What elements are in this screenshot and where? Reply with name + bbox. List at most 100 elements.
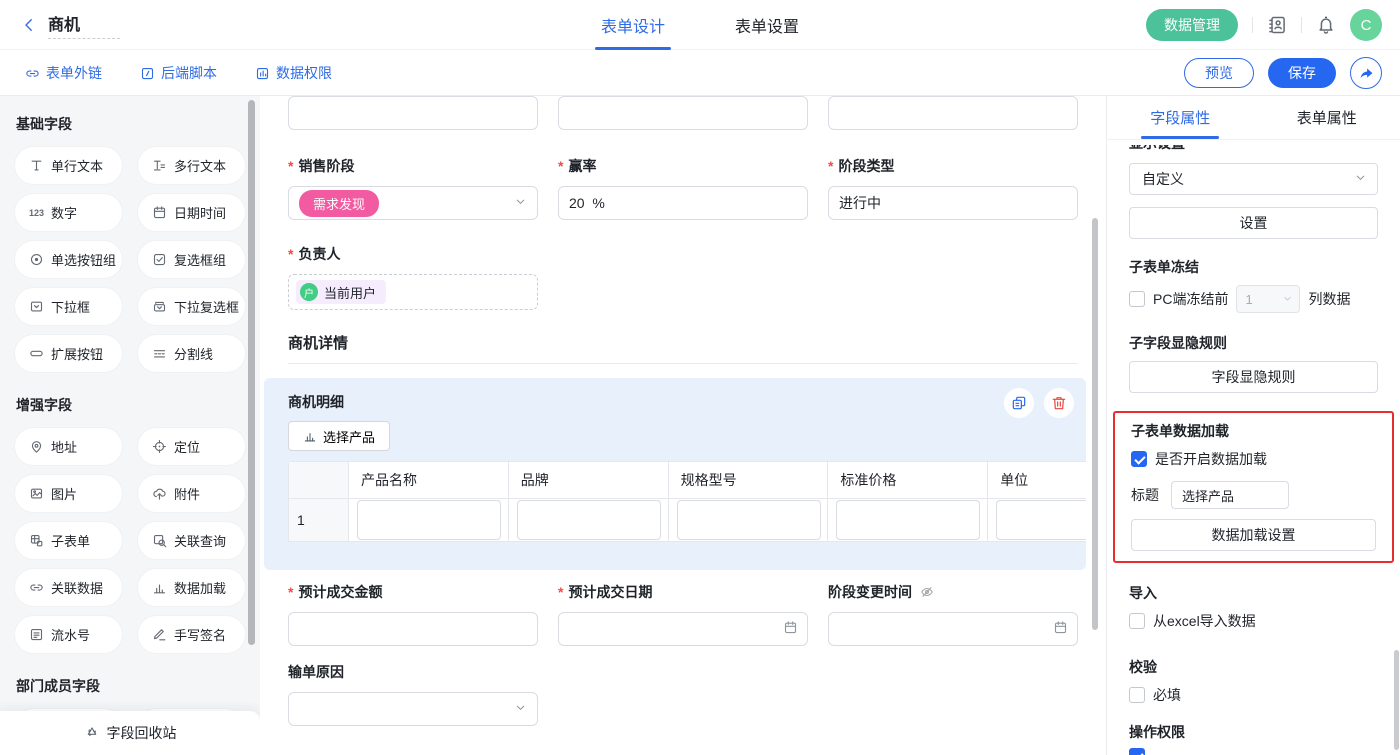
- standard-price-cell-input[interactable]: [836, 500, 980, 540]
- field-type-checkbox-group[interactable]: 复选框组: [137, 240, 246, 279]
- field-library-sidebar: 基础字段 单行文本 多行文本 123数字 日期时间 单选按钮组 复选框组 下拉框…: [0, 96, 260, 755]
- divider: [1252, 17, 1253, 33]
- form-external-link[interactable]: 表单外链: [25, 63, 102, 83]
- sales-stage-select[interactable]: 需求发现: [288, 186, 538, 220]
- back-button[interactable]: [20, 16, 38, 34]
- expected-amount-input[interactable]: [299, 621, 527, 637]
- field-type-dropdown[interactable]: 下拉框: [14, 287, 123, 326]
- field-owner[interactable]: *负责人 户 当前用户: [288, 244, 538, 310]
- field-label: 阶段类型: [838, 156, 894, 176]
- canvas-scrollbar[interactable]: [1092, 218, 1098, 630]
- field-type-single-line-text[interactable]: 单行文本: [14, 146, 123, 185]
- tab-form-settings[interactable]: 表单设置: [735, 0, 799, 50]
- select-product-button[interactable]: 选择产品: [288, 421, 390, 451]
- excel-import-checkbox[interactable]: [1129, 613, 1145, 629]
- field-type-radio-group[interactable]: 单选按钮组: [14, 240, 123, 279]
- field-label: 预计成交金额: [298, 582, 382, 602]
- field-type-image[interactable]: 图片: [14, 474, 123, 513]
- field-expected-close-date[interactable]: *预计成交日期: [558, 582, 808, 646]
- avatar[interactable]: C: [1350, 9, 1382, 41]
- backend-script-link[interactable]: 后端脚本: [140, 63, 217, 83]
- unit-cell-input[interactable]: [996, 500, 1086, 540]
- field-stage-change-time[interactable]: 阶段变更时间: [828, 582, 1078, 646]
- tab-form-properties[interactable]: 表单属性: [1254, 96, 1400, 139]
- settings-button[interactable]: 设置: [1129, 207, 1378, 239]
- save-button[interactable]: 保存: [1268, 58, 1336, 88]
- owner-picker[interactable]: 户 当前用户: [288, 274, 538, 310]
- link-label: 表单外链: [46, 63, 102, 83]
- field-type-relation-query[interactable]: 关联查询: [137, 521, 246, 560]
- select-value: 自定义: [1142, 169, 1184, 189]
- data-manage-button[interactable]: 数据管理: [1146, 9, 1238, 41]
- field-type-extend-button[interactable]: 扩展按钮: [14, 334, 123, 373]
- clipped-input[interactable]: [828, 96, 1078, 130]
- clipped-input[interactable]: [558, 96, 808, 130]
- field-label: 阶段变更时间: [828, 582, 912, 602]
- data-load-title-label: 标题: [1131, 485, 1159, 505]
- properties-panel: 字段属性 表单属性 显示设置 自定义 设置 子表单冻结 PC端冻结前 1 列数据…: [1106, 96, 1400, 755]
- field-type-attachment[interactable]: 附件: [137, 474, 246, 513]
- lose-reason-select[interactable]: [288, 692, 538, 726]
- chevron-down-icon: [1282, 292, 1293, 307]
- field-type-number[interactable]: 123数字: [14, 193, 123, 232]
- field-visibility-rules-button[interactable]: 字段显隐规则: [1129, 361, 1378, 393]
- delete-field-button[interactable]: [1044, 388, 1074, 418]
- freeze-count-select[interactable]: 1: [1236, 285, 1300, 313]
- expected-close-date-input[interactable]: [569, 621, 797, 637]
- tab-field-properties[interactable]: 字段属性: [1107, 96, 1254, 139]
- data-load-title-input[interactable]: [1171, 481, 1289, 509]
- permission-checkbox-partial[interactable]: [1129, 748, 1145, 755]
- field-type-multi-line-text[interactable]: 多行文本: [137, 146, 246, 185]
- win-rate-input[interactable]: [569, 195, 797, 211]
- data-load-settings-button[interactable]: 数据加载设置: [1131, 519, 1376, 551]
- field-stage-type[interactable]: * 阶段类型: [828, 156, 1078, 220]
- clipped-input[interactable]: [288, 96, 538, 130]
- preview-button[interactable]: 预览: [1184, 58, 1254, 88]
- copy-field-button[interactable]: [1004, 388, 1034, 418]
- clipped-field-row: [288, 96, 1078, 130]
- multi-dropdown-icon: [152, 299, 167, 314]
- enable-data-load-checkbox[interactable]: [1131, 451, 1147, 467]
- field-type-relation-data[interactable]: 关联数据: [14, 568, 123, 607]
- subform-opportunity-items[interactable]: 商机明细 选择产品 产品名称 品牌 规格型号 标准价格 单位: [264, 378, 1086, 570]
- freeze-checkbox[interactable]: [1129, 291, 1145, 307]
- contacts-book-icon[interactable]: [1267, 15, 1287, 35]
- panel-scrollbar[interactable]: [1394, 650, 1399, 750]
- field-type-multi-dropdown[interactable]: 下拉复选框: [137, 287, 246, 326]
- stage-type-input[interactable]: [839, 195, 1067, 211]
- field-recycle-bin[interactable]: 字段回收站: [0, 711, 260, 755]
- field-win-rate[interactable]: *赢率: [558, 156, 808, 220]
- custom-mode-select[interactable]: 自定义: [1129, 163, 1378, 195]
- stage-change-time-input[interactable]: [839, 621, 1067, 637]
- field-lose-reason[interactable]: 输单原因: [288, 662, 538, 726]
- required-checkbox[interactable]: [1129, 687, 1145, 703]
- required-mark: *: [828, 158, 833, 174]
- notification-bell-icon[interactable]: [1316, 15, 1336, 35]
- brand-cell-input[interactable]: [517, 500, 661, 540]
- section-divider-opportunity-detail[interactable]: 商机详情: [288, 332, 1078, 364]
- product-name-cell-input[interactable]: [357, 500, 501, 540]
- field-type-signature[interactable]: 手写签名: [137, 615, 246, 654]
- tab-form-design[interactable]: 表单设计: [601, 0, 665, 50]
- stage-tag: 需求发现: [299, 190, 379, 217]
- share-button[interactable]: [1350, 57, 1382, 89]
- field-type-data-load[interactable]: 数据加载: [137, 568, 246, 607]
- field-type-serial-number[interactable]: 流水号: [14, 615, 123, 654]
- field-sales-stage[interactable]: *销售阶段 需求发现: [288, 156, 538, 220]
- form-title[interactable]: 商机: [48, 11, 120, 39]
- field-type-divider-line[interactable]: 分割线: [137, 334, 246, 373]
- number-icon: 123: [29, 208, 44, 218]
- data-permission-icon: [255, 66, 270, 81]
- field-type-datetime[interactable]: 日期时间: [137, 193, 246, 232]
- chain-link-icon: [29, 580, 44, 595]
- field-expected-amount[interactable]: *预计成交金额: [288, 582, 538, 646]
- sidebar-scrollbar[interactable]: [248, 100, 255, 645]
- field-type-subform[interactable]: 子表单: [14, 521, 123, 560]
- topbar: 商机 表单设计 表单设置 数据管理 C: [0, 0, 1400, 50]
- data-permission-link[interactable]: 数据权限: [255, 63, 332, 83]
- spec-model-cell-input[interactable]: [677, 500, 821, 540]
- field-type-address[interactable]: 地址: [14, 427, 123, 466]
- field-type-location[interactable]: 定位: [137, 427, 246, 466]
- subform-icon: [29, 533, 44, 548]
- pill-label: 数据加载: [174, 578, 226, 597]
